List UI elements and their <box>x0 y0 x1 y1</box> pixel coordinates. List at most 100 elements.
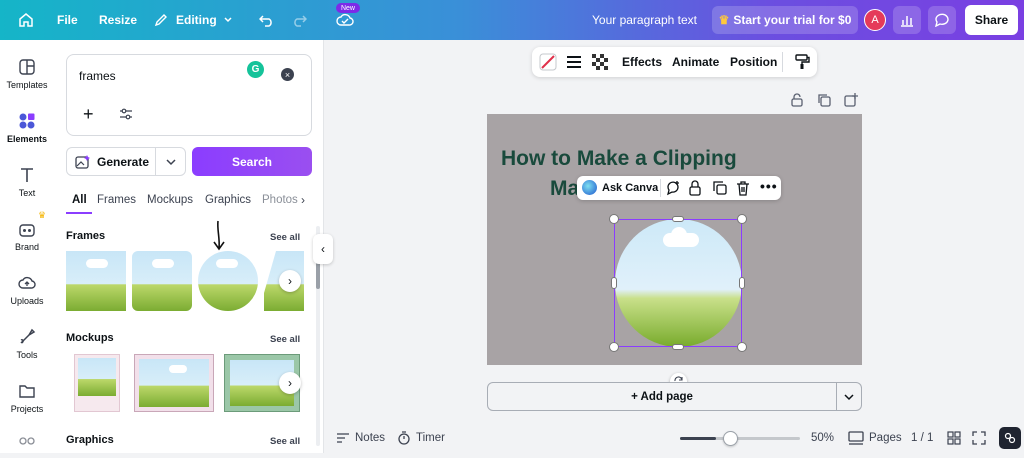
resize-handle-top-left[interactable] <box>609 214 619 224</box>
insights-button[interactable] <box>893 6 921 34</box>
see-all-graphics-link[interactable]: See all <box>270 436 300 447</box>
editing-menu[interactable]: Editing <box>154 0 233 40</box>
chevron-down-icon[interactable] <box>166 158 176 166</box>
bar-chart-icon <box>901 16 913 27</box>
frame-thumbnail-circle[interactable] <box>198 251 258 311</box>
ask-canva-button[interactable]: Ask Canva <box>602 182 658 194</box>
top-bar: File Resize Editing New Your paragraph t… <box>0 0 1024 40</box>
timer-button[interactable]: Timer <box>416 432 445 444</box>
pages-button[interactable]: Pages <box>869 432 902 444</box>
rail-item-text[interactable]: Text <box>0 166 54 198</box>
mockup-image <box>139 359 209 407</box>
zoom-level[interactable]: 50% <box>811 432 834 444</box>
zoom-slider-thumb[interactable] <box>723 431 738 446</box>
resize-handle-top[interactable] <box>672 216 684 222</box>
redo-button[interactable] <box>291 0 307 40</box>
category-tabs: All Frames Mockups Graphics Photos › <box>66 190 312 216</box>
add-icon[interactable]: + <box>83 105 94 123</box>
filter-icon[interactable] <box>119 107 133 121</box>
resize-menu[interactable]: Resize <box>99 0 137 40</box>
text-icon <box>21 168 33 182</box>
new-badge: New <box>336 3 360 13</box>
zoom-slider-track[interactable] <box>680 437 800 440</box>
tab-graphics[interactable]: Graphics <box>205 194 251 206</box>
connect-icon <box>1004 432 1016 444</box>
copy-style-icon[interactable] <box>794 54 810 70</box>
more-options-icon[interactable]: ••• <box>760 178 778 194</box>
start-trial-button[interactable]: ♛ Start your trial for $0 <box>712 6 858 34</box>
add-page-dropdown[interactable] <box>837 382 862 411</box>
effects-button[interactable]: Effects <box>622 55 662 69</box>
transparency-icon[interactable] <box>592 54 608 70</box>
collapse-panel-button[interactable]: ‹ <box>313 234 333 264</box>
resize-handle-left[interactable] <box>611 277 617 289</box>
frame-thumbnail-rounded[interactable] <box>132 251 192 311</box>
timer-icon <box>398 431 410 445</box>
home-button[interactable] <box>18 0 34 40</box>
comments-button[interactable] <box>928 6 956 34</box>
rail-item-projects[interactable]: Projects <box>0 382 54 414</box>
file-menu[interactable]: File <box>57 0 78 40</box>
search-box[interactable]: frames G × + <box>66 54 312 136</box>
grid-view-icon[interactable] <box>947 431 961 445</box>
rail-item-brand[interactable]: Brand <box>0 220 54 252</box>
fullscreen-icon[interactable] <box>972 431 986 445</box>
section-title-mockups: Mockups <box>66 332 114 344</box>
heading-line-2[interactable]: Ma <box>550 177 579 201</box>
see-all-frames-link[interactable]: See all <box>270 232 300 243</box>
lock-page-icon[interactable] <box>790 93 804 107</box>
duplicate-icon[interactable] <box>712 180 728 196</box>
undo-button[interactable] <box>259 0 275 40</box>
grammarly-icon[interactable]: G <box>247 61 264 78</box>
search-input[interactable]: frames <box>79 69 116 83</box>
resize-handle-right[interactable] <box>739 277 745 289</box>
mockup-thumbnail-pattern-frame[interactable] <box>74 354 120 412</box>
chevron-right-icon[interactable]: › <box>301 193 305 207</box>
tab-all[interactable]: All <box>72 194 87 206</box>
animate-button[interactable]: Animate <box>672 55 719 69</box>
cloud-shape <box>169 365 187 373</box>
context-toolbar: Effects Animate Position <box>532 47 817 77</box>
avatar[interactable]: A <box>864 9 886 31</box>
resize-handle-bottom-right[interactable] <box>737 342 747 352</box>
resize-handle-top-right[interactable] <box>737 214 747 224</box>
elements-icon <box>19 113 35 129</box>
comment-add-icon[interactable] <box>665 180 681 196</box>
bottom-bar: Notes Timer 50% Pages 1 / 1 <box>324 424 1024 453</box>
mockup-thumbnail-pink-frame[interactable] <box>134 354 214 412</box>
clear-search-icon[interactable]: × <box>281 68 294 81</box>
next-frames-button[interactable]: › <box>279 270 301 292</box>
hand-drawn-arrow <box>213 220 225 251</box>
rail-item-templates[interactable]: Templates <box>0 58 54 90</box>
add-page-button[interactable]: + Add page <box>487 382 837 411</box>
rail-item-apps[interactable] <box>0 436 54 458</box>
duplicate-page-icon[interactable] <box>817 93 831 107</box>
rail-item-uploads[interactable]: Uploads <box>0 274 54 306</box>
heading-line-1[interactable]: How to Make a Clipping <box>501 147 737 171</box>
rail-item-elements[interactable]: Elements <box>0 112 54 144</box>
tab-mockups[interactable]: Mockups <box>147 194 193 206</box>
frame-thumbnail-square[interactable] <box>66 251 126 311</box>
add-page-icon[interactable] <box>844 93 858 107</box>
left-rail: Templates Elements Text Brand ♛ Uploads … <box>0 40 54 453</box>
next-mockups-button[interactable]: › <box>279 372 301 394</box>
tab-photos[interactable]: Photos <box>262 194 300 206</box>
notes-button[interactable]: Notes <box>355 432 385 444</box>
share-button[interactable]: Share <box>965 5 1018 35</box>
rail-item-tools[interactable]: Tools <box>0 328 54 360</box>
position-button[interactable]: Position <box>730 55 777 69</box>
document-title[interactable]: Your paragraph text <box>592 0 697 40</box>
chevron-down-icon <box>844 393 854 400</box>
help-button[interactable] <box>999 427 1021 449</box>
border-style-icon[interactable] <box>566 55 582 69</box>
tab-frames[interactable]: Frames <box>97 194 136 206</box>
trash-icon[interactable] <box>736 180 750 196</box>
page-count: 1 / 1 <box>911 432 934 444</box>
see-all-mockups-link[interactable]: See all <box>270 334 300 345</box>
resize-handle-bottom[interactable] <box>672 344 684 350</box>
search-button[interactable]: Search <box>192 147 312 176</box>
color-none-icon[interactable] <box>539 53 557 71</box>
lock-icon[interactable] <box>688 180 702 196</box>
resize-handle-bottom-left[interactable] <box>609 342 619 352</box>
generate-button[interactable]: Generate <box>66 147 186 176</box>
